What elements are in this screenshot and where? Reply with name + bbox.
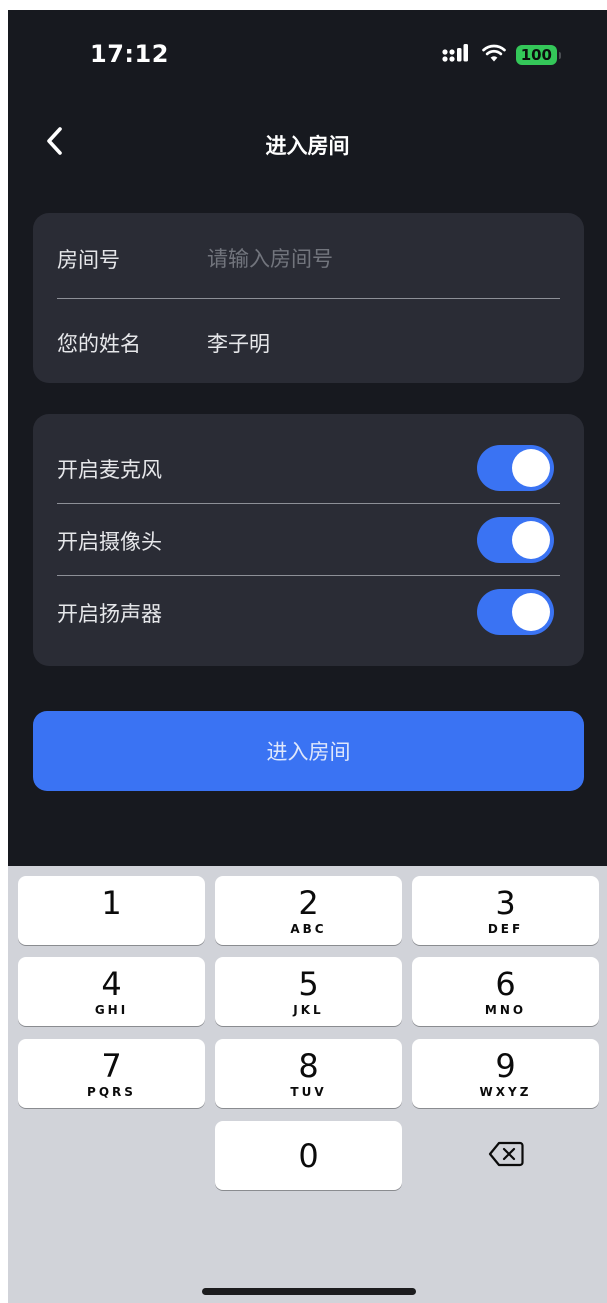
page-title: 进入房间 [265, 134, 350, 158]
room-number-label: 房间号 [57, 248, 120, 272]
key-7[interactable]: 7 PQRS [18, 1039, 205, 1108]
key-digit: 0 [298, 1136, 319, 1175]
microphone-toggle[interactable] [477, 445, 554, 491]
toggle-divider [57, 575, 560, 576]
room-form-card: 房间号 您的姓名 [33, 213, 584, 383]
key-letters: JKL [293, 1002, 324, 1017]
key-8[interactable]: 8 TUV [215, 1039, 402, 1108]
key-letters: DEF [487, 921, 524, 936]
key-5[interactable]: 5 JKL [215, 957, 402, 1026]
toggle-knob [512, 449, 550, 487]
user-name-input[interactable] [207, 331, 507, 355]
key-9[interactable]: 9 WXYZ [412, 1039, 599, 1108]
status-icons: 100 [442, 43, 561, 67]
key-digit: 8 [298, 1046, 319, 1085]
key-digit: 9 [495, 1046, 516, 1085]
user-name-row: 您的姓名 [57, 325, 560, 361]
delete-key[interactable] [412, 1121, 599, 1190]
key-4[interactable]: 4 GHI [18, 957, 205, 1026]
key-digit: 4 [101, 964, 122, 1003]
key-2[interactable]: 2 ABC [215, 876, 402, 945]
speaker-label: 开启扬声器 [57, 602, 162, 626]
key-digit: 5 [298, 964, 319, 1003]
key-0[interactable]: 0 [215, 1121, 402, 1190]
backspace-icon [488, 1140, 524, 1172]
key-letters: MNO [484, 1002, 527, 1017]
key-3[interactable]: 3 DEF [412, 876, 599, 945]
toggle-divider [57, 503, 560, 504]
camera-label: 开启摄像头 [57, 530, 162, 554]
key-digit: 1 [101, 883, 122, 922]
key-digit: 7 [101, 1046, 122, 1085]
key-digit: 3 [495, 883, 516, 922]
key-letters: WXYZ [479, 1084, 532, 1099]
key-letters: ABC [290, 921, 327, 936]
status-time: 17:12 [90, 40, 169, 68]
microphone-label: 开启麦克风 [57, 458, 162, 482]
user-name-label: 您的姓名 [57, 332, 141, 356]
room-number-row: 房间号 [57, 241, 560, 277]
speaker-toggle[interactable] [477, 589, 554, 635]
wifi-icon [481, 44, 506, 66]
enter-room-button[interactable]: 进入房间 [33, 711, 584, 791]
app-screen: 17:12 100 进入房间 房间号 请输入房间号 您的姓名 李子明 开启麦克风… [8, 10, 607, 1303]
key-digit: 2 [298, 883, 319, 922]
toggle-knob [512, 521, 550, 559]
key-letters: TUV [290, 1084, 327, 1099]
battery-tip [559, 51, 561, 59]
room-number-input[interactable] [207, 247, 507, 271]
toggle-knob [512, 593, 550, 631]
key-digit: 6 [495, 964, 516, 1003]
signal-icon [442, 43, 472, 67]
key-6[interactable]: 6 MNO [412, 957, 599, 1026]
key-letters: GHI [94, 1002, 129, 1017]
home-indicator[interactable] [202, 1288, 416, 1295]
numeric-keyboard: 1 2 ABC 3 DEF 4 GHI 5 JKL 6 MNO 7 PQRS 8 [8, 866, 607, 1303]
key-1[interactable]: 1 [18, 876, 205, 945]
battery-icon: 100 [515, 45, 557, 65]
device-settings-card: 开启麦克风 开启摄像头 开启扬声器 [33, 414, 584, 666]
camera-toggle[interactable] [477, 517, 554, 563]
form-divider [57, 298, 560, 299]
key-letters: PQRS [87, 1084, 136, 1099]
